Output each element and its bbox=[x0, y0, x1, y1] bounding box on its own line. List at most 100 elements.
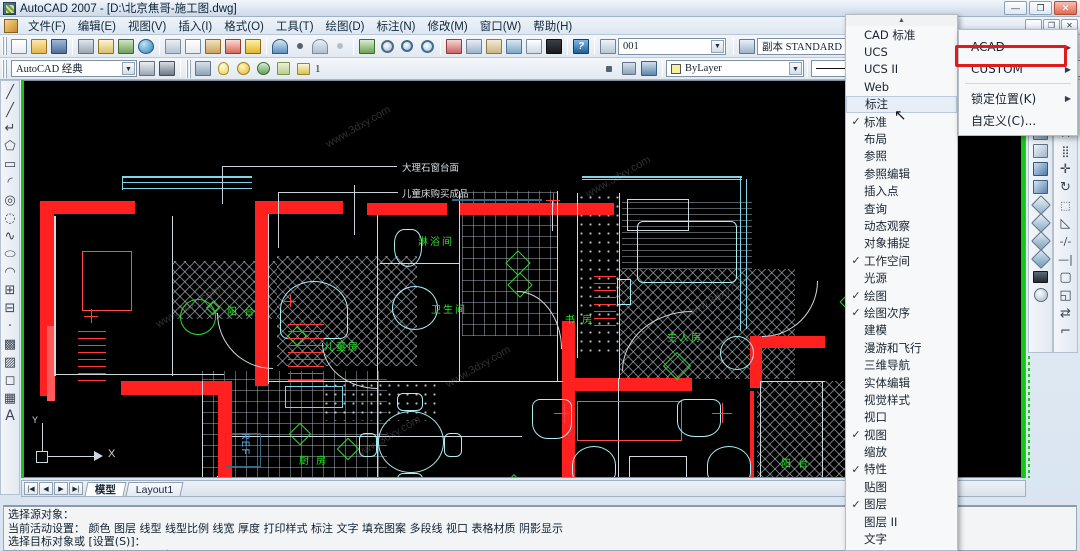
menu-item-properties[interactable]: ✓ 特性 bbox=[846, 461, 957, 478]
menu-item-solid-editing[interactable]: 实体编辑 bbox=[846, 374, 957, 391]
scale-icon[interactable]: ⬚ bbox=[1057, 196, 1075, 214]
construction-line-icon[interactable]: ╱ bbox=[1, 101, 19, 119]
layer-plot-icon[interactable] bbox=[273, 59, 293, 79]
toolbars-context-menu[interactable]: ▲ CAD 标准 UCS UCS II Web 标注 ✓ 标准 布局 参照 参照编… bbox=[845, 14, 958, 551]
extend-icon[interactable]: —| bbox=[1057, 250, 1075, 268]
ellipse-icon[interactable]: ⬭ bbox=[1, 245, 19, 263]
menu-item-walk-fly[interactable]: 漫游和飞行 bbox=[846, 339, 957, 356]
revcloud-icon[interactable]: ◌ bbox=[1, 209, 19, 227]
chevron-down-icon[interactable]: ▼ bbox=[789, 62, 802, 75]
chamfer-icon[interactable]: ◱ bbox=[1057, 286, 1075, 304]
menu-item-workspaces[interactable]: ✓ 工作空间 bbox=[846, 252, 957, 269]
table-icon[interactable]: ▦ bbox=[1, 389, 19, 407]
polygon-icon[interactable]: ⬠ bbox=[1, 137, 19, 155]
cut-icon[interactable] bbox=[163, 36, 183, 56]
layer-lock-icon[interactable] bbox=[253, 59, 273, 79]
maximize-button[interactable]: ❐ bbox=[1029, 1, 1052, 15]
menu-scroll-up-icon[interactable]: ▲ bbox=[846, 15, 957, 26]
submenu-item-custom[interactable]: CUSTOM ▶ bbox=[959, 58, 1077, 80]
arc-icon[interactable]: ◜ bbox=[1, 173, 19, 191]
layer-states-icon[interactable] bbox=[619, 59, 639, 79]
menu-item-layers-ii[interactable]: 图层 II bbox=[846, 513, 957, 530]
workspace-combo[interactable]: AutoCAD 经典 ▼ bbox=[11, 60, 137, 77]
chevron-down-icon[interactable]: ▼ bbox=[122, 62, 135, 75]
tab-model[interactable]: 模型 bbox=[84, 481, 127, 496]
workspace-toolbar-icon[interactable] bbox=[157, 59, 177, 79]
neiso-icon[interactable] bbox=[1030, 231, 1051, 251]
menu-item-draw[interactable]: ✓ 绘图 bbox=[846, 287, 957, 304]
menu-item-viewports[interactable]: 视口 bbox=[846, 409, 957, 426]
rotate-icon[interactable]: ↻ bbox=[1057, 178, 1075, 196]
submenu-item-acad[interactable]: ACAD ▶ bbox=[959, 36, 1077, 58]
save-icon[interactable] bbox=[49, 36, 69, 56]
menu-format[interactable]: 格式(O) bbox=[218, 17, 270, 35]
layer-manager-icon[interactable] bbox=[193, 59, 213, 79]
move-icon[interactable]: ✛ bbox=[1057, 160, 1075, 178]
properties-icon[interactable] bbox=[444, 36, 464, 56]
publish-icon[interactable] bbox=[116, 36, 136, 56]
menu-item-text[interactable]: 文字 bbox=[846, 530, 957, 547]
designcenter-icon[interactable] bbox=[464, 36, 484, 56]
zoom-realtime-icon[interactable] bbox=[417, 36, 437, 56]
spline-icon[interactable]: ∿ bbox=[1, 227, 19, 245]
open-icon[interactable] bbox=[29, 36, 49, 56]
swiso-icon[interactable] bbox=[1030, 195, 1051, 215]
visual-style-icon[interactable] bbox=[1032, 286, 1050, 304]
bottom-view-icon[interactable] bbox=[1032, 142, 1050, 160]
layer-make-current-icon[interactable] bbox=[639, 59, 659, 79]
mleader-icon[interactable] bbox=[737, 36, 757, 56]
redo-dropdown-icon[interactable] bbox=[330, 36, 350, 56]
markup-icon[interactable] bbox=[524, 36, 544, 56]
menu-insert[interactable]: 插入(I) bbox=[172, 17, 218, 35]
dimstyle-icon[interactable] bbox=[598, 36, 618, 56]
layer-on-icon[interactable] bbox=[213, 59, 233, 79]
zoom-previous-icon[interactable] bbox=[397, 36, 417, 56]
plot-preview-icon[interactable] bbox=[96, 36, 116, 56]
camera-icon[interactable] bbox=[1032, 268, 1050, 286]
menu-item-refedit-ref[interactable]: 参照 bbox=[846, 148, 957, 165]
array-icon[interactable]: ⣿ bbox=[1057, 142, 1075, 160]
circle-icon[interactable]: ◎ bbox=[1, 191, 19, 209]
tab-last-button[interactable]: ▶| bbox=[69, 482, 83, 495]
menu-modify[interactable]: 修改(M) bbox=[421, 17, 473, 35]
left-view-icon[interactable] bbox=[1032, 160, 1050, 178]
right-view-icon[interactable] bbox=[1032, 178, 1050, 196]
menu-item-mapping[interactable]: 贴图 bbox=[846, 478, 957, 495]
blockeditor-icon[interactable] bbox=[243, 36, 263, 56]
fillet-icon[interactable]: ▢ bbox=[1057, 268, 1075, 286]
menu-item-modeling[interactable]: 建模 bbox=[846, 322, 957, 339]
submenu-item-customize[interactable]: 自定义(C)... bbox=[959, 109, 1077, 131]
nwiso-icon[interactable] bbox=[1030, 249, 1051, 269]
ellipse-arc-icon[interactable]: ◠ bbox=[1, 263, 19, 281]
quickcalc-icon[interactable] bbox=[544, 36, 564, 56]
hatch-icon[interactable]: ▩ bbox=[1, 335, 19, 353]
tab-layout1[interactable]: Layout1 bbox=[125, 481, 184, 496]
help-icon[interactable]: ? bbox=[571, 36, 591, 56]
point-icon[interactable]: · bbox=[1, 317, 19, 335]
line-icon[interactable]: ╱ bbox=[1, 83, 19, 101]
menu-edit[interactable]: 编辑(E) bbox=[72, 17, 122, 35]
menu-item-lights[interactable]: 光源 bbox=[846, 269, 957, 286]
menu-item-insert-point[interactable]: 插入点 bbox=[846, 183, 957, 200]
tab-next-button[interactable]: ▶ bbox=[54, 482, 68, 495]
toolbar-grip[interactable] bbox=[2, 59, 7, 78]
mtext-icon[interactable]: A bbox=[1, 407, 19, 425]
plot-icon[interactable] bbox=[76, 36, 96, 56]
menu-item-view[interactable]: ✓ 视图 bbox=[846, 426, 957, 443]
break-icon[interactable]: ⌐ bbox=[1057, 322, 1075, 340]
3dviewer-icon[interactable] bbox=[136, 36, 156, 56]
close-button[interactable]: ✕ bbox=[1054, 1, 1077, 15]
menu-item-web[interactable]: Web bbox=[846, 78, 957, 95]
stretch-icon[interactable]: ◺ bbox=[1057, 214, 1075, 232]
menu-item-cad-standards[interactable]: CAD 标准 bbox=[846, 26, 957, 43]
layer-previous-icon[interactable] bbox=[599, 59, 619, 79]
menu-item-orbit[interactable]: 动态观察 bbox=[846, 217, 957, 234]
tab-prev-button[interactable]: ◀ bbox=[39, 482, 53, 495]
copy-icon[interactable] bbox=[183, 36, 203, 56]
menu-item-ucs-ii[interactable]: UCS II bbox=[846, 61, 957, 78]
new-icon[interactable] bbox=[9, 36, 29, 56]
toolbar-grip[interactable] bbox=[186, 59, 191, 78]
undo-dropdown-icon[interactable] bbox=[290, 36, 310, 56]
matchprop-icon[interactable] bbox=[223, 36, 243, 56]
menu-file[interactable]: 文件(F) bbox=[22, 17, 72, 35]
